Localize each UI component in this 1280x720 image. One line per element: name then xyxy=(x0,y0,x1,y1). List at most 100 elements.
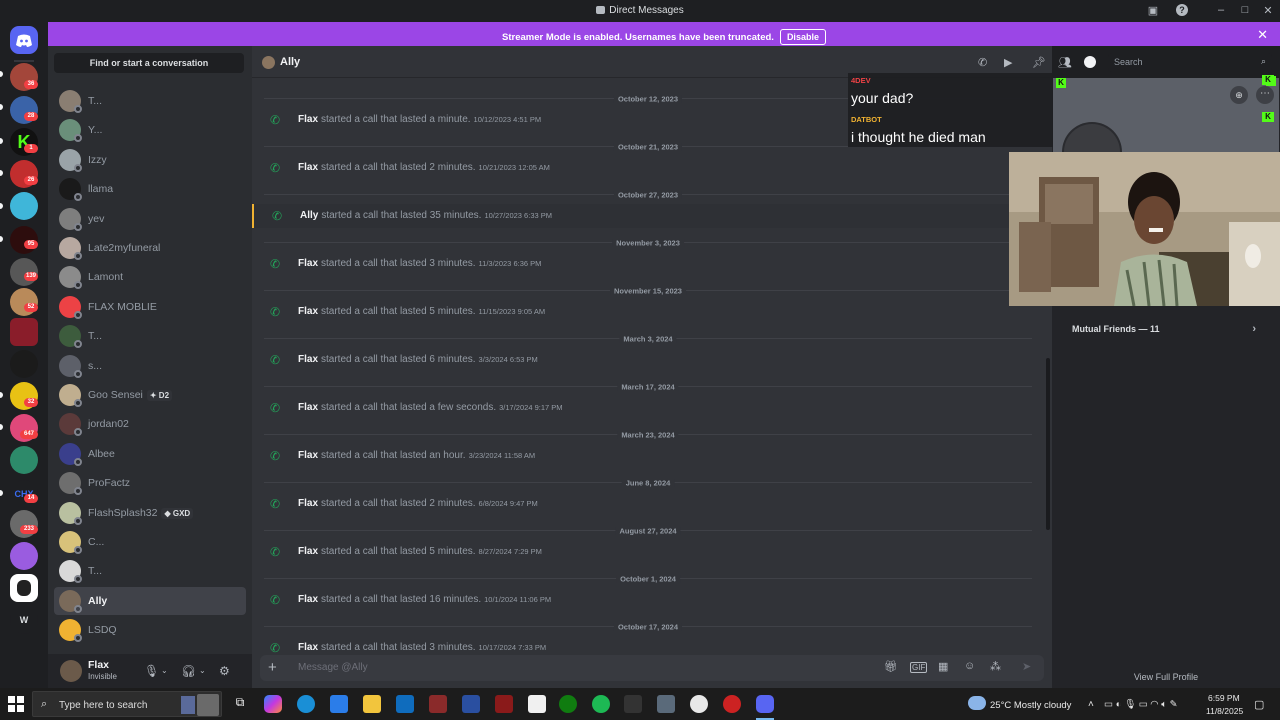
add-attachment-icon[interactable]: + xyxy=(268,659,277,676)
tray-chevron-icon[interactable]: ˄ xyxy=(1088,699,1094,710)
app-icon[interactable] xyxy=(528,695,546,713)
tray-icons[interactable]: ▭ ◐ 🎙︎ ▭ ◠ 🔈︎ ✎ xyxy=(1104,699,1178,710)
dm-item[interactable]: T... xyxy=(54,322,246,350)
message-composer[interactable]: + Message @Ally 🎁︎ GIF ▦ ☺ ⁂ ➤ xyxy=(260,655,1044,681)
dm-item[interactable]: Goo Sensei ✦ D2 xyxy=(54,381,246,409)
server-icon[interactable] xyxy=(10,318,38,346)
headphones-icon[interactable]: 🎧︎ xyxy=(181,664,196,678)
view-full-profile-link[interactable]: View Full Profile xyxy=(1052,672,1280,682)
minimize-button[interactable]: – xyxy=(1214,4,1228,16)
caller-name[interactable]: Flax xyxy=(298,450,318,461)
dm-item[interactable]: LSDQ xyxy=(54,616,246,644)
xbox-icon[interactable] xyxy=(559,695,577,713)
clock-date[interactable]: 11/8/2025 xyxy=(1206,706,1243,716)
settings-gear-icon[interactable]: ⚙ xyxy=(219,664,230,678)
scrollbar[interactable] xyxy=(1046,358,1050,530)
caller-name[interactable]: Flax xyxy=(298,354,318,365)
server-icon[interactable] xyxy=(10,192,38,220)
pin-icon[interactable]: 📌︎ xyxy=(1032,56,1046,69)
send-icon[interactable]: ➤ xyxy=(1022,660,1031,673)
dm-item[interactable]: Albee xyxy=(54,440,246,468)
disable-button[interactable]: Disable xyxy=(779,29,826,45)
gift-icon[interactable]: 🎁︎ xyxy=(884,660,898,673)
dm-item[interactable]: Ally xyxy=(54,586,246,615)
chevron-down-icon[interactable]: ⌄ xyxy=(199,666,206,675)
gif-icon[interactable]: GIF xyxy=(910,662,928,673)
windows-start-icon[interactable] xyxy=(8,696,24,712)
call-message[interactable]: ✆ Flax started a call that lasted a few se… xyxy=(252,396,1042,420)
dm-item[interactable]: T... xyxy=(54,87,246,115)
dm-item[interactable]: jordan02 xyxy=(54,410,246,438)
dm-item[interactable]: FlashSplash32 ◆ GXD xyxy=(54,499,246,527)
maximize-button[interactable]: □ xyxy=(1238,4,1252,16)
spotify-icon[interactable] xyxy=(592,695,610,713)
server-icon[interactable] xyxy=(10,446,38,474)
dm-item[interactable]: yev xyxy=(54,205,246,233)
find-conversation-button[interactable]: Find or start a conversation xyxy=(54,53,244,73)
app-icon[interactable] xyxy=(723,695,741,713)
app-icon[interactable] xyxy=(495,695,513,713)
caller-name[interactable]: Flax xyxy=(298,546,318,557)
dm-item[interactable]: FLAX MOBLIE xyxy=(54,293,246,321)
dm-item[interactable]: Late2myfuneral xyxy=(54,234,246,262)
microphone-icon[interactable]: 🎙︎ xyxy=(144,664,159,678)
server-icon[interactable]: W xyxy=(10,606,38,634)
more-options-icon[interactable]: ⋯ xyxy=(1256,86,1274,104)
clock-time[interactable]: 6:59 PM xyxy=(1208,693,1240,703)
call-message[interactable]: ✆ Flax started a call that lasted an hour.… xyxy=(252,444,1042,468)
add-friend-icon[interactable]: ⊕ xyxy=(1230,86,1248,104)
search-input[interactable]: Search ⌕ xyxy=(1108,53,1272,72)
file-explorer-icon[interactable] xyxy=(363,695,381,713)
profile-toggle-icon[interactable] xyxy=(1084,56,1096,68)
discord-taskbar-icon[interactable] xyxy=(756,695,774,713)
server-icon[interactable] xyxy=(10,350,38,378)
video-call-icon[interactable]: ▶ xyxy=(1004,56,1012,69)
weather-text[interactable]: 25°C Mostly cloudy xyxy=(990,700,1071,711)
call-message[interactable]: ✆ Flax started a call that lasted 16 minut… xyxy=(252,588,1042,612)
dm-item[interactable]: s... xyxy=(54,352,246,380)
app-icon[interactable] xyxy=(429,695,447,713)
call-message[interactable]: ✆ Flax started a call that lasted 6 minute… xyxy=(252,348,1042,372)
copilot-icon[interactable] xyxy=(264,695,282,713)
call-message[interactable]: ✆ Flax started a call that lasted 5 minute… xyxy=(252,300,1042,324)
add-friends-to-dm-icon[interactable]: 👥︎ xyxy=(1058,56,1072,69)
call-message[interactable]: ✆ Flax started a call that lasted 2 minute… xyxy=(252,156,1042,180)
caller-name[interactable]: Flax xyxy=(298,498,318,509)
close-icon[interactable]: ✕ xyxy=(1257,27,1268,43)
caller-name[interactable]: Flax xyxy=(298,594,318,605)
dm-item[interactable]: T... xyxy=(54,557,246,585)
app-icon[interactable] xyxy=(462,695,480,713)
emoji-icon[interactable]: ☺ xyxy=(964,660,975,672)
caller-name[interactable]: Ally xyxy=(300,210,318,221)
close-window-button[interactable]: ✕ xyxy=(1261,4,1275,17)
caller-name[interactable]: Flax xyxy=(298,402,318,413)
call-message[interactable]: ✆ Ally started a call that lasted 35 minut… xyxy=(252,204,1042,228)
dm-item[interactable]: Lamont xyxy=(54,263,246,291)
recipient-name[interactable]: Ally xyxy=(280,56,300,68)
inbox-icon[interactable]: ▣ xyxy=(1146,4,1160,17)
notifications-icon[interactable]: ▢ xyxy=(1254,698,1264,711)
caller-name[interactable]: Flax xyxy=(298,162,318,173)
app-icon[interactable] xyxy=(657,695,675,713)
app-icon[interactable] xyxy=(690,695,708,713)
outlook-icon[interactable] xyxy=(396,695,414,713)
discord-home-icon[interactable] xyxy=(10,26,38,54)
apps-icon[interactable]: ⁂ xyxy=(990,660,1001,673)
app-icon[interactable] xyxy=(624,695,642,713)
dm-item[interactable]: llama xyxy=(54,175,246,203)
message-input[interactable]: Message @Ally xyxy=(298,662,368,673)
dm-item[interactable]: C... xyxy=(54,528,246,556)
avatar[interactable] xyxy=(60,660,82,682)
server-icon[interactable] xyxy=(10,574,38,602)
taskbar-search[interactable]: ⌕ Type here to search xyxy=(32,691,222,717)
call-message[interactable]: ✆ Flax started a call that lasted 2 minute… xyxy=(252,492,1042,516)
call-message[interactable]: ✆ Flax started a call that lasted 3 minute… xyxy=(252,636,1042,655)
caller-name[interactable]: Flax xyxy=(298,306,318,317)
call-message[interactable]: ✆ Flax started a call that lasted 3 minute… xyxy=(252,252,1042,276)
caller-name[interactable]: Flax xyxy=(298,258,318,269)
dm-item[interactable]: Izzy xyxy=(54,146,246,174)
dm-item[interactable]: Y... xyxy=(54,116,246,144)
store-icon[interactable] xyxy=(330,695,348,713)
voice-call-icon[interactable]: ✆ xyxy=(978,56,987,69)
task-view-icon[interactable]: ⧉ xyxy=(231,695,249,713)
